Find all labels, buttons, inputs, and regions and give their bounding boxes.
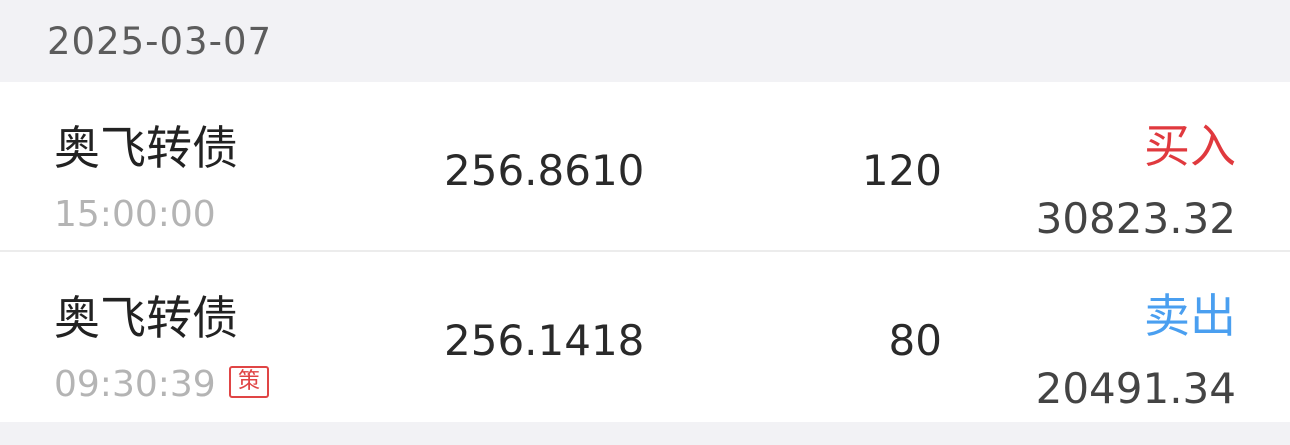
trade-price: 256.1418 [444, 316, 645, 365]
date-header: 2025-03-07 [0, 0, 1290, 82]
trade-list: 奥飞转债 15:00:00 256.8610 120 买入 30823.32 奥… [0, 82, 1290, 422]
trade-quantity: 120 [861, 146, 942, 195]
trade-time: 15:00:00 [54, 194, 216, 235]
trade-time: 09:30:39 [54, 364, 216, 405]
trade-amount: 20491.34 [1035, 364, 1236, 413]
date-label: 2025-03-07 [47, 20, 273, 63]
security-name: 奥飞转债 [54, 121, 238, 175]
trade-row[interactable]: 奥飞转债 09:30:39 策 256.1418 80 卖出 20491.34 [0, 252, 1290, 420]
trade-quantity: 80 [888, 316, 942, 365]
trade-side-buy: 买入 [1144, 119, 1236, 173]
trade-row[interactable]: 奥飞转债 15:00:00 256.8610 120 买入 30823.32 [0, 82, 1290, 252]
trade-amount: 30823.32 [1035, 194, 1236, 243]
trade-price: 256.8610 [444, 146, 645, 195]
strategy-badge: 策 [229, 366, 269, 398]
trade-side-sell: 卖出 [1144, 289, 1236, 343]
security-name: 奥飞转债 [54, 291, 238, 345]
